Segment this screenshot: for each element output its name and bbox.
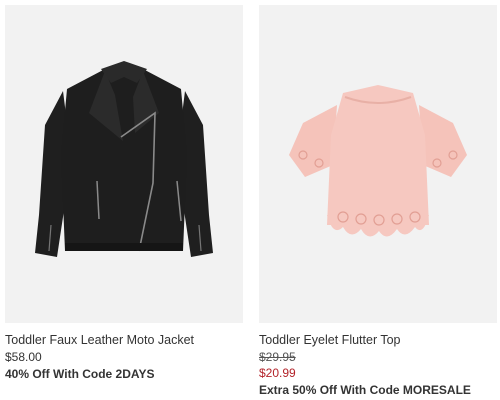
pink-eyelet-top-image <box>289 85 467 237</box>
sale-price: $20.99 <box>259 366 296 380</box>
promo-code-text: 40% Off With Code 2DAYS <box>5 367 155 381</box>
product-grid: Toddler Faux Leather Moto Jacket $58.00 … <box>0 0 500 400</box>
product-name-moto-jacket[interactable]: Toddler Faux Leather Moto Jacket <box>5 333 243 348</box>
product-image-moto-jacket[interactable] <box>5 5 243 323</box>
product-card-eyelet-top[interactable]: Toddler Eyelet Flutter Top $29.95 $20.99… <box>259 5 497 398</box>
product-image-eyelet-top[interactable] <box>259 5 497 323</box>
promo-code-text: Extra 50% Off With Code MORESALE <box>259 383 471 397</box>
original-price: $29.95 <box>259 350 296 364</box>
product-name-eyelet-top[interactable]: Toddler Eyelet Flutter Top <box>259 333 497 348</box>
black-moto-jacket-image <box>35 61 213 257</box>
product-card-moto-jacket[interactable]: Toddler Faux Leather Moto Jacket $58.00 … <box>5 5 243 382</box>
product-price: $58.00 <box>5 350 42 364</box>
